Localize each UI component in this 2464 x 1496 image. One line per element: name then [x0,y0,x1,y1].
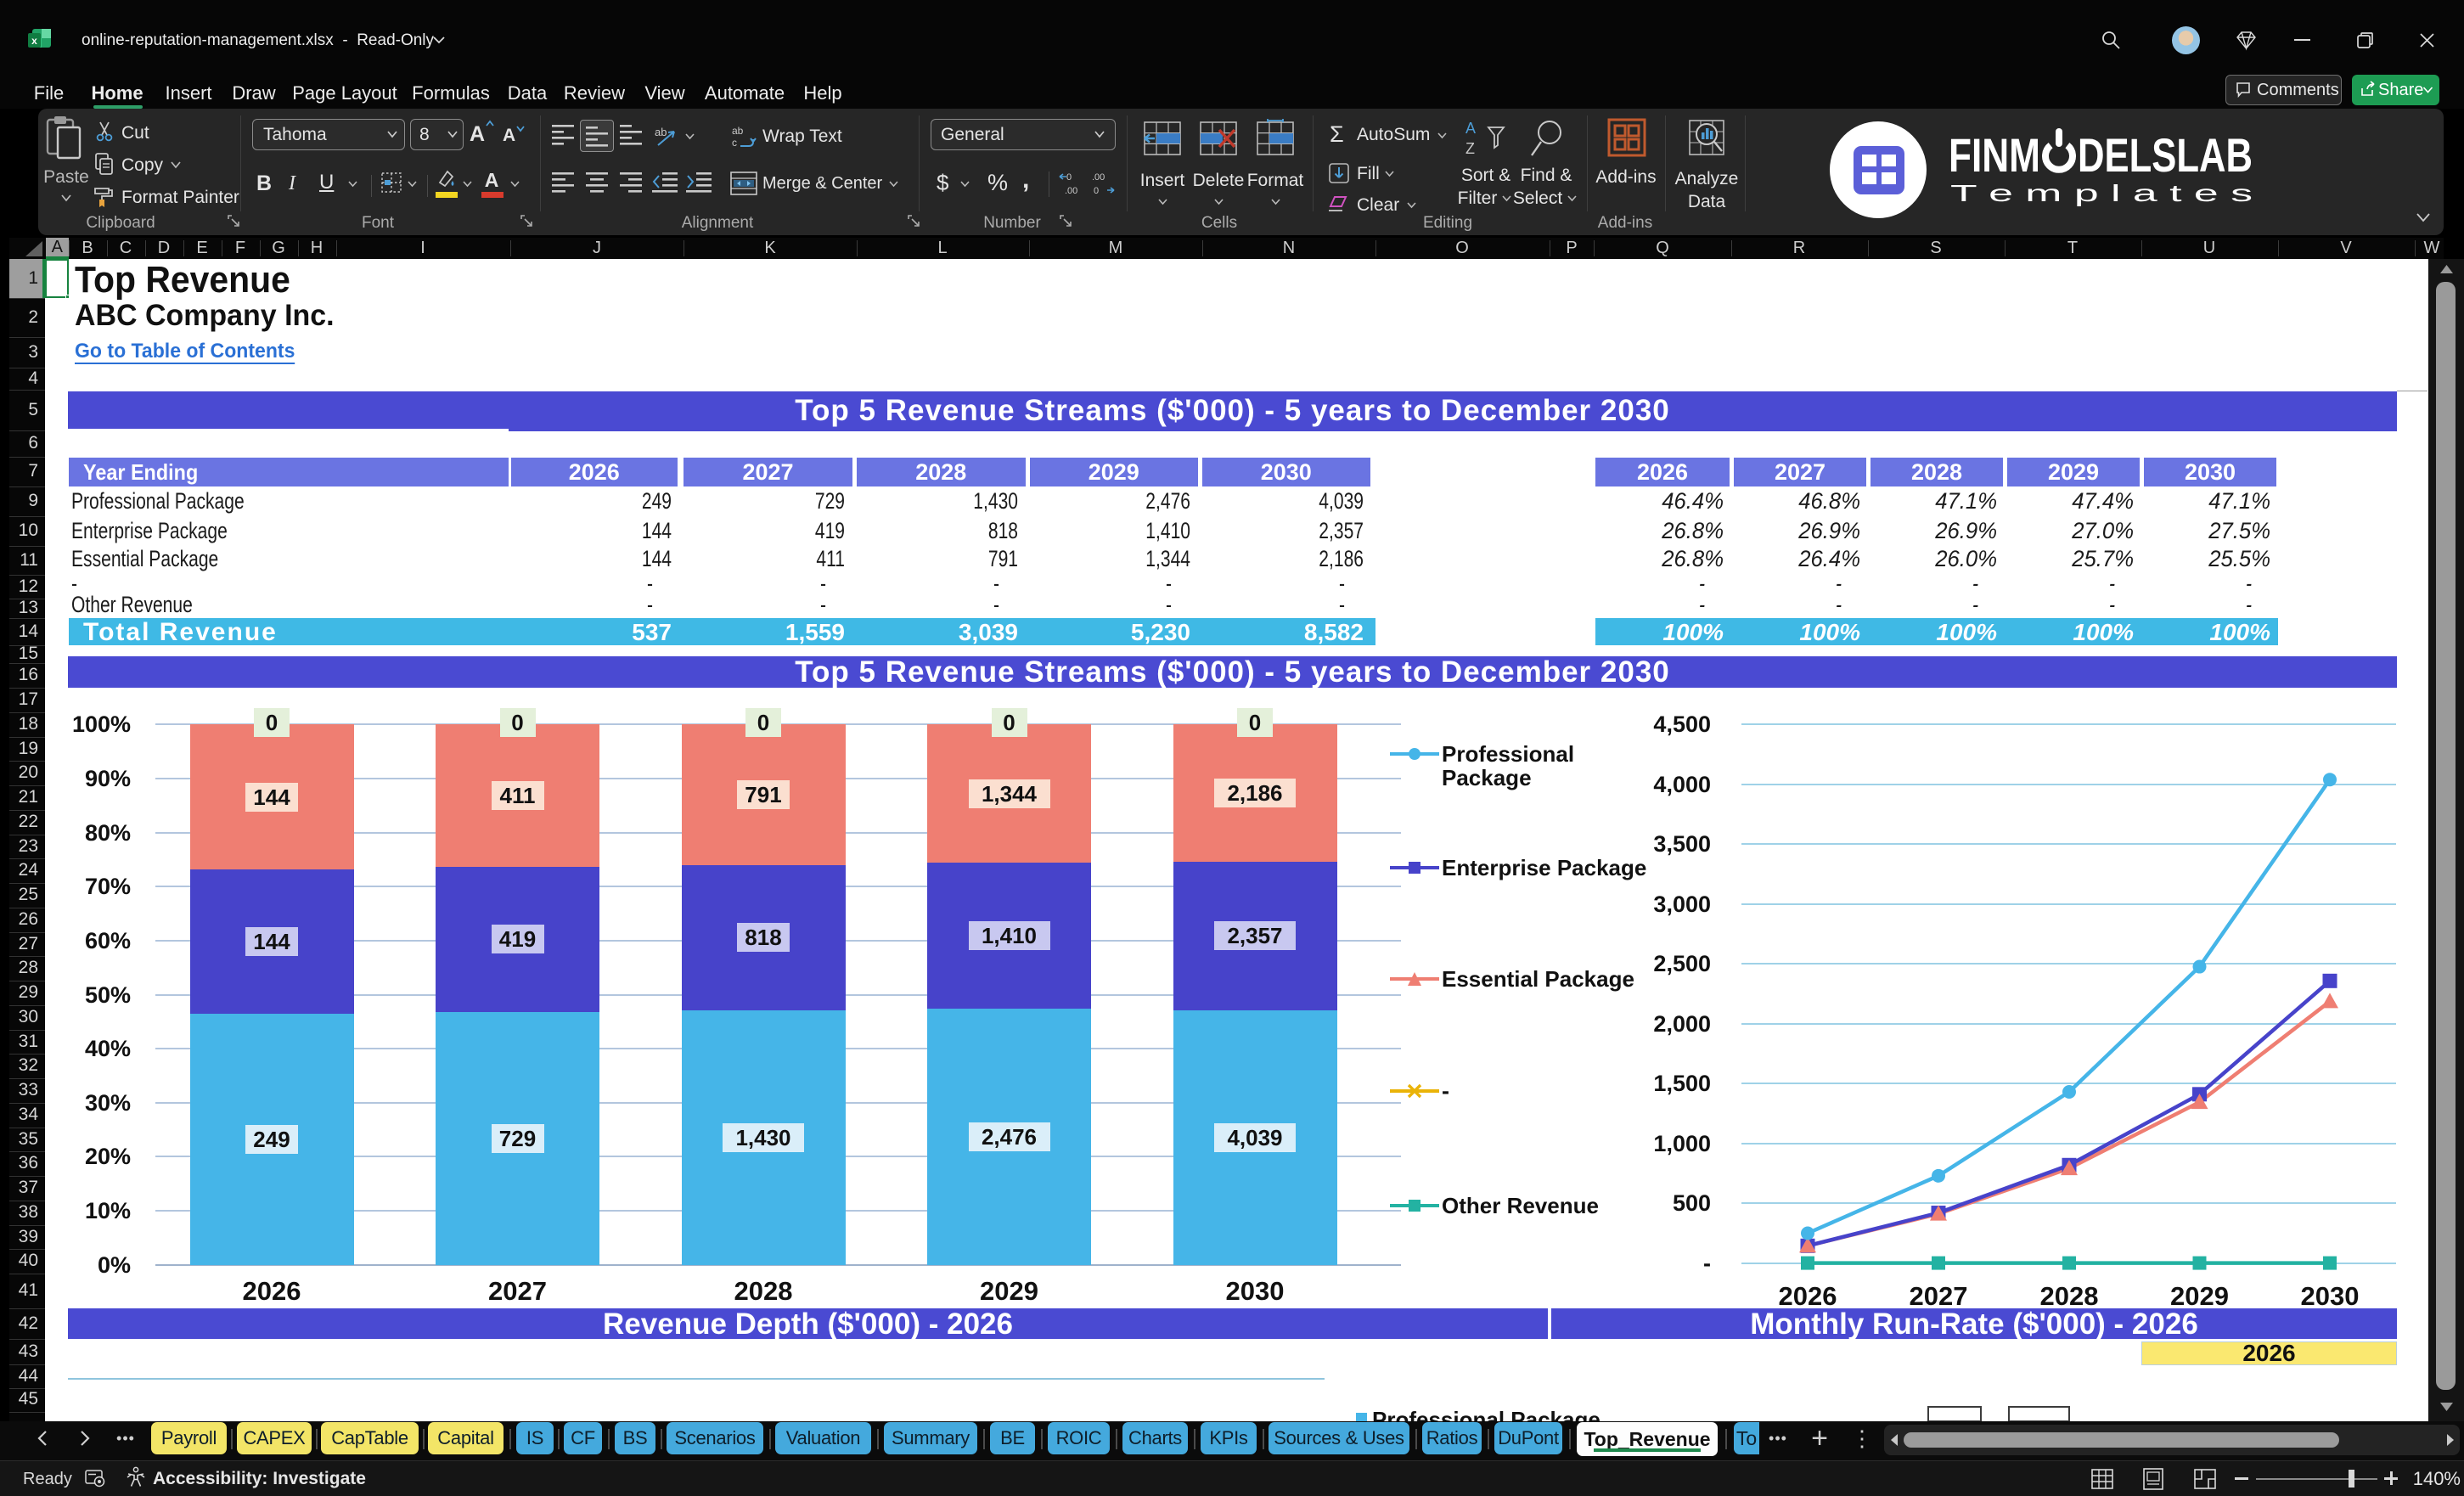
svg-text:0: 0 [1066,172,1072,183]
svg-text:x: x [31,35,37,47]
svg-text:T e m p l a t e s: T e m p l a t e s [1950,180,2253,206]
svg-text:A: A [1465,120,1476,137]
svg-text:DELSLAB: DELSLAB [2078,128,2253,182]
svg-text:ab: ab [655,126,667,138]
svg-text:.00: .00 [1065,186,1077,196]
svg-text:ab: ab [732,125,744,137]
svg-text:c: c [732,137,737,149]
svg-text:FINM: FINM [1949,128,2040,182]
svg-text:0: 0 [1094,186,1099,196]
svg-text:Z: Z [1465,140,1475,157]
svg-text:.00: .00 [1092,172,1105,183]
